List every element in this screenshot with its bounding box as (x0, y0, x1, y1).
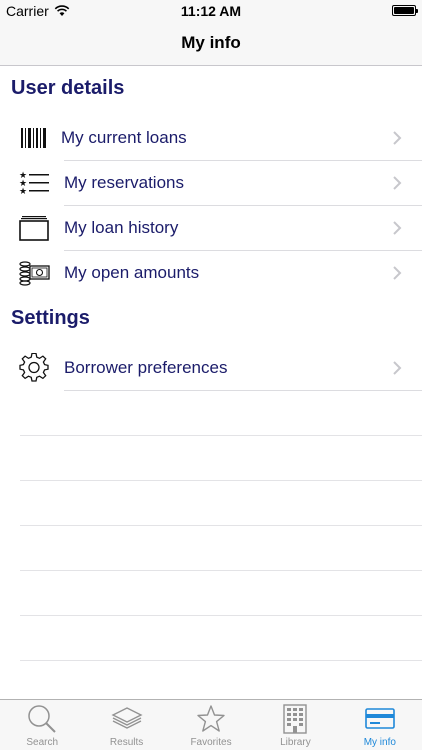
barcode-icon (18, 124, 50, 152)
tab-label: Favorites (190, 737, 232, 748)
nav-bar: My info (0, 22, 422, 66)
row-my-current-loans[interactable]: My current loans (0, 116, 422, 161)
svg-text:★: ★ (19, 187, 27, 195)
gear-icon (18, 353, 50, 382)
status-bar: Carrier 11:12 AM (0, 0, 422, 22)
row-label: My loan history (64, 218, 179, 237)
row-separator (64, 390, 422, 391)
chevron-right-icon (393, 221, 402, 235)
battery-icon (392, 5, 418, 16)
empty-row-separator (20, 660, 422, 661)
tab-label: My info (363, 737, 396, 748)
card-icon (364, 704, 396, 734)
tab-results[interactable]: Results (84, 700, 168, 750)
chevron-right-icon (393, 131, 402, 145)
row-my-loan-history[interactable]: My loan history (0, 206, 422, 251)
chevron-right-icon (393, 266, 402, 280)
list-stars-icon: ★ ★ ★ (18, 169, 50, 197)
section-header-settings: Settings (11, 307, 90, 329)
tab-label: Results (109, 737, 144, 748)
my-info-list: User details My current loans ★ ★ ★ My r… (0, 67, 422, 699)
empty-row-separator (20, 480, 422, 481)
building-icon (279, 704, 311, 734)
status-time: 11:12 AM (180, 3, 242, 19)
tab-library[interactable]: Library (253, 700, 337, 750)
chevron-right-icon (393, 361, 402, 375)
row-my-reservations[interactable]: ★ ★ ★ My reservations (0, 161, 422, 206)
tab-bar: Search Results Favorites Library My info (0, 699, 422, 750)
tab-search[interactable]: Search (0, 700, 84, 750)
tab-label: Search (26, 737, 59, 748)
row-label: Borrower preferences (64, 358, 228, 377)
search-icon (26, 704, 58, 734)
tab-favorites[interactable]: Favorites (169, 700, 253, 750)
chevron-right-icon (393, 176, 402, 190)
row-label: My open amounts (64, 263, 200, 282)
page-title: My info (181, 33, 241, 52)
section-header-user-details: User details (11, 77, 125, 99)
tab-label: Library (280, 737, 311, 748)
empty-row-separator (20, 525, 422, 526)
empty-row-separator (20, 570, 422, 571)
stacked-folders-icon (18, 214, 50, 242)
row-label: My reservations (64, 173, 184, 192)
empty-row-separator (20, 435, 422, 436)
row-my-open-amounts[interactable]: My open amounts (0, 251, 422, 296)
tab-my-info[interactable]: My info (338, 700, 422, 750)
row-label: My current loans (61, 128, 187, 147)
money-coins-icon (18, 259, 50, 287)
star-icon (195, 704, 227, 734)
row-borrower-preferences[interactable]: Borrower preferences (0, 346, 422, 391)
empty-row-separator (20, 615, 422, 616)
stack-icon (111, 704, 143, 734)
